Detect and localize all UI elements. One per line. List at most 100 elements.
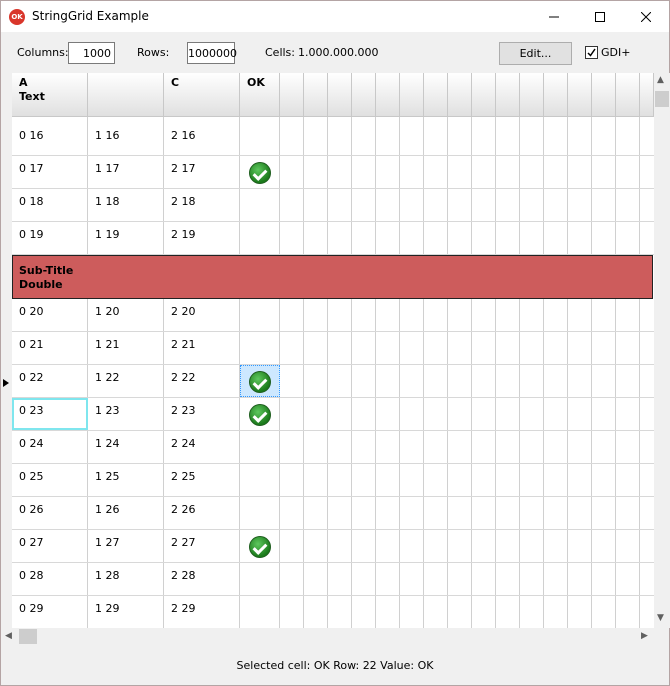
grid-cell[interactable]: 0 26 (12, 497, 88, 530)
grid-cell[interactable]: 2 24 (164, 431, 240, 464)
grid-cell[interactable]: 0 24 (12, 431, 88, 464)
grid-cell[interactable]: 0 16 (12, 123, 88, 156)
grid-cell[interactable]: 1 25 (88, 464, 164, 497)
grid-cell[interactable]: 0 29 (12, 596, 88, 628)
column-header[interactable] (376, 73, 400, 117)
table-row[interactable]: 0 21 1 21 2 21 (12, 332, 654, 365)
grid-cell[interactable]: 2 20 (164, 299, 240, 332)
horizontal-scroll-thumb[interactable] (19, 629, 37, 644)
grid-cell[interactable]: 0 17 (12, 156, 88, 189)
table-row[interactable]: 0 26 1 26 2 26 (12, 497, 654, 530)
grid-cell[interactable]: 1 18 (88, 189, 164, 222)
grid-cell[interactable]: 2 16 (164, 123, 240, 156)
grid-cell[interactable]: 2 28 (164, 563, 240, 596)
grid-cell[interactable]: 0 25 (12, 464, 88, 497)
grid-cell[interactable]: 0 23 (12, 398, 88, 431)
column-header[interactable] (352, 73, 376, 117)
column-header[interactable] (88, 73, 164, 117)
gdi-label: GDI+ (601, 46, 631, 59)
table-row[interactable]: 0 22 1 22 2 22 (12, 365, 654, 398)
grid-cell[interactable]: 2 23 (164, 398, 240, 431)
column-header[interactable] (496, 73, 520, 117)
table-row[interactable]: 0 25 1 25 2 25 (12, 464, 654, 497)
horizontal-scrollbar[interactable]: ◀ ▶ (1, 628, 654, 645)
table-row[interactable]: 0 23 1 23 2 23 (12, 398, 654, 431)
string-grid[interactable]: A Text C OK 0 16 1 16 2 16 0 17 1 17 2 17 0 18 1 1… (12, 73, 654, 628)
window-title: StringGrid Example (32, 9, 149, 23)
grid-cell[interactable]: 1 17 (88, 156, 164, 189)
grid-cell[interactable]: 0 22 (12, 365, 88, 398)
column-header[interactable] (616, 73, 640, 117)
grid-cell[interactable]: 1 27 (88, 530, 164, 563)
column-header[interactable] (520, 73, 544, 117)
grid-cell[interactable]: 2 26 (164, 497, 240, 530)
scroll-down-icon[interactable]: ▼ (657, 613, 664, 623)
ok-check-icon (249, 371, 271, 393)
table-row[interactable]: 0 24 1 24 2 24 (12, 431, 654, 464)
columns-input[interactable]: 1000 (68, 42, 115, 64)
grid-cell[interactable]: 2 29 (164, 596, 240, 628)
ok-check-icon (249, 162, 271, 184)
scroll-right-icon[interactable]: ▶ (641, 631, 648, 641)
column-header[interactable] (448, 73, 472, 117)
current-row-indicator-icon (3, 379, 9, 387)
grid-cell[interactable]: 0 18 (12, 189, 88, 222)
table-row[interactable]: 0 29 1 29 2 29 (12, 596, 654, 628)
column-header[interactable] (424, 73, 448, 117)
column-header[interactable] (640, 73, 654, 117)
grid-cell[interactable]: 0 21 (12, 332, 88, 365)
grid-cell[interactable]: 1 19 (88, 222, 164, 255)
vertical-scrollbar[interactable]: ▲ ▼ (654, 73, 670, 628)
column-header[interactable] (400, 73, 424, 117)
grid-cell[interactable]: 0 27 (12, 530, 88, 563)
column-header[interactable]: OK (240, 73, 280, 117)
column-header[interactable]: A Text (12, 73, 88, 117)
column-header[interactable] (592, 73, 616, 117)
column-header[interactable] (304, 73, 328, 117)
grid-cell[interactable]: 0 20 (12, 299, 88, 332)
maximize-button[interactable] (577, 1, 623, 32)
grid-cell[interactable]: 2 19 (164, 222, 240, 255)
table-row[interactable]: 0 17 1 17 2 17 (12, 156, 654, 189)
vertical-scroll-thumb[interactable] (655, 91, 669, 107)
grid-cell[interactable]: 1 24 (88, 431, 164, 464)
subtitle-row[interactable]: Sub-Title Double (12, 255, 653, 299)
scroll-left-icon[interactable]: ◀ (5, 631, 12, 641)
rows-input[interactable]: 1000000 (187, 42, 237, 64)
column-header[interactable] (568, 73, 592, 117)
grid-cell[interactable]: 1 20 (88, 299, 164, 332)
grid-cell[interactable]: 0 28 (12, 563, 88, 596)
table-row[interactable]: 0 18 1 18 2 18 (12, 189, 654, 222)
scroll-up-icon[interactable]: ▲ (657, 75, 664, 85)
gdi-checkbox[interactable] (585, 46, 598, 59)
grid-cell[interactable]: 1 22 (88, 365, 164, 398)
minimize-button[interactable] (531, 1, 577, 32)
grid-cell[interactable]: 1 23 (88, 398, 164, 431)
grid-cell[interactable]: 2 18 (164, 189, 240, 222)
grid-cell[interactable]: 2 22 (164, 365, 240, 398)
grid-cell[interactable]: 1 16 (88, 123, 164, 156)
title-bar: OK StringGrid Example (1, 1, 669, 32)
column-header[interactable] (328, 73, 352, 117)
grid-cell[interactable]: 1 21 (88, 332, 164, 365)
table-row[interactable]: 0 28 1 28 2 28 (12, 563, 654, 596)
table-row[interactable]: 0 27 1 27 2 27 (12, 530, 654, 563)
column-header[interactable] (544, 73, 568, 117)
close-button[interactable] (623, 1, 669, 32)
grid-cell[interactable]: 0 19 (12, 222, 88, 255)
grid-cell[interactable]: 1 29 (88, 596, 164, 628)
column-header[interactable]: C (164, 73, 240, 117)
column-header[interactable] (472, 73, 496, 117)
grid-cell[interactable]: 2 27 (164, 530, 240, 563)
table-row[interactable]: 0 19 1 19 2 19 (12, 222, 654, 255)
grid-cell[interactable]: 2 25 (164, 464, 240, 497)
table-row[interactable]: 0 16 1 16 2 16 (12, 123, 654, 156)
grid-cell[interactable]: 2 17 (164, 156, 240, 189)
maximize-icon (595, 11, 605, 22)
grid-cell[interactable]: 1 28 (88, 563, 164, 596)
grid-cell[interactable]: 1 26 (88, 497, 164, 530)
grid-cell[interactable]: 2 21 (164, 332, 240, 365)
table-row[interactable]: 0 20 1 20 2 20 (12, 299, 654, 332)
column-header[interactable] (280, 73, 304, 117)
edit-button[interactable]: Edit... (499, 42, 572, 65)
